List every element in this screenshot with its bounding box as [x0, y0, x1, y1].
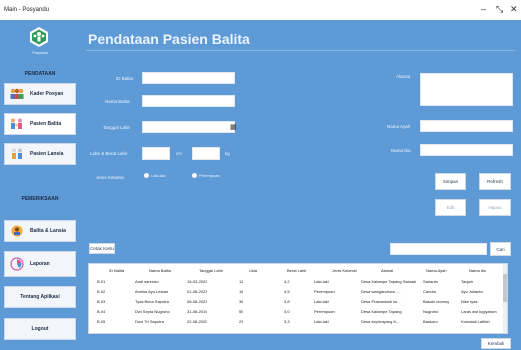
section-pendataan: PENDATAAN: [24, 71, 56, 77]
sidebar-item-logout[interactable]: Logout: [4, 318, 76, 340]
column-header: Berat Lahir: [287, 268, 307, 273]
nama-ayah-input[interactable]: [420, 120, 513, 132]
nama-ayah-label: Nama Ayah: [387, 124, 411, 129]
brand-text: Posyandu: [32, 51, 48, 55]
cm-unit-label: cm: [176, 151, 182, 156]
id-balita-label: ID Balita: [116, 76, 134, 81]
nama-ibu-label: Nama Ibu: [391, 148, 411, 153]
sidebar-item-label: Tentang Aplikasi: [20, 294, 60, 300]
sidebar-item-label: Kader Posyan: [30, 91, 64, 97]
sidebar-item-laporan[interactable]: Laporan: [4, 251, 76, 277]
sidebar-item-tentang[interactable]: Tentang Aplikasi: [4, 286, 76, 308]
hapus-button[interactable]: Hapus: [479, 199, 511, 216]
posyandu-logo-icon: [30, 27, 48, 47]
calendar-icon[interactable]: ▦: [230, 123, 237, 131]
column-header: Alamat: [381, 268, 394, 273]
id-balita-input[interactable]: [142, 72, 235, 84]
sidebar-item-kader[interactable]: Kader Posyan: [4, 83, 76, 105]
radio-dot-icon: [144, 173, 149, 178]
jenis-kelamin-label: Jenis Kelamin: [96, 175, 125, 180]
alamat-textarea[interactable]: [420, 73, 513, 106]
sidebar-item-pasien-lansia[interactable]: Pasien Lansia: [4, 143, 76, 165]
tanggal-lahir-label: Tanggal Lahir: [103, 125, 131, 130]
column-header: Nama Ayah: [426, 268, 447, 273]
elderly-icon: [9, 147, 25, 161]
column-header: Usia: [249, 268, 258, 273]
search-input[interactable]: [390, 243, 487, 255]
sidebar-item-label: Logout: [31, 326, 49, 332]
column-header: Nama Ibu: [469, 268, 487, 273]
sidebar-item-pasien-balita[interactable]: Pasien Balita: [4, 113, 76, 135]
tanggal-lahir-input[interactable]: [142, 121, 235, 133]
column-header: ID Balita: [109, 268, 125, 273]
kg-unit-label: kg: [225, 151, 230, 156]
nama-balita-input[interactable]: [142, 95, 235, 107]
panjang-lahir-input[interactable]: [142, 147, 170, 160]
section-pemeriksaan: PEMERIKSAAN: [21, 196, 59, 202]
simpan-button[interactable]: Simpan: [435, 173, 466, 190]
family-icon: [9, 117, 25, 131]
radio-dot-icon: [192, 173, 197, 178]
column-header: Nama Balita: [149, 268, 171, 273]
close-button[interactable]: ✕: [510, 3, 518, 15]
balita-table: ID Balita Nama Balita Tanggal Lahir Usia…: [88, 263, 508, 334]
column-header: Tanggal Lahir: [199, 268, 224, 273]
cetak-kartu-button[interactable]: Cetak Kartu: [89, 243, 115, 254]
lahir-berat-label: Lahir & Berat Lahir: [90, 151, 128, 156]
sidebar-item-label: Laporan: [30, 261, 50, 267]
sidebar: Posyandu PENDATAAN Kader Posyan Pasien B…: [0, 20, 80, 350]
table-row[interactable]: B.05 Doni Tri Saputra 22-08-2020 29 3,3 …: [89, 319, 507, 326]
table-row[interactable]: B.02 Annisa Ayu Lestari 01-08-2023 16 4,…: [89, 289, 507, 296]
title-bar: Main - Posyandu: [0, 0, 521, 20]
sidebar-item-label: Pasien Lansia: [30, 151, 64, 157]
sidebar-item-label: Pasien Balita: [30, 121, 62, 127]
kembali-button[interactable]: Kembali: [481, 338, 511, 349]
table-row[interactable]: B.01 Andi sarendo 15-03-2022 12 4,2 Laki…: [89, 279, 507, 286]
alamat-label: Alamat: [396, 74, 411, 79]
restore-button[interactable]: ⤡: [496, 3, 503, 15]
table-header: ID Balita Nama Balita Tanggal Lahir Usia…: [89, 268, 507, 276]
radio-laki-laki[interactable]: Laki-laki: [144, 173, 166, 178]
people-group-icon: [9, 87, 25, 101]
avatar-icon: [9, 224, 25, 238]
cari-button[interactable]: Cari: [490, 242, 511, 256]
table-scrollbar-thumb[interactable]: [503, 274, 507, 302]
radio-perempuan[interactable]: Perempuan: [192, 173, 220, 178]
table-row[interactable]: B.03 Tyas Bima Saputra 08-08-2023 36 3,8…: [89, 299, 507, 306]
table-row[interactable]: B.04 Dwi Septa Nugroho 31-08-2019 55 4,0…: [89, 309, 507, 316]
report-gauge-icon: [9, 257, 25, 271]
nama-balita-label: Nama Balita: [105, 99, 130, 104]
window-title: Main - Posyandu: [4, 7, 50, 13]
minimize-button[interactable]: –: [481, 3, 486, 15]
title-divider: [86, 50, 515, 51]
sidebar-item-balita-lansia[interactable]: Balita & Lansia: [4, 220, 76, 242]
sidebar-item-label: Balita & Lansia: [30, 228, 66, 234]
page-title: Pendataan Pasien Balita: [88, 31, 250, 47]
berat-lahir-input[interactable]: [192, 147, 220, 160]
edit-button[interactable]: Edit: [435, 199, 466, 216]
nama-ibu-input[interactable]: [420, 144, 513, 156]
refresh-button[interactable]: Refresh: [479, 173, 511, 190]
column-header: Jenis Kelamin: [332, 268, 357, 273]
main-panel: Pendataan Pasien Balita ID Balita Nama B…: [80, 20, 521, 350]
